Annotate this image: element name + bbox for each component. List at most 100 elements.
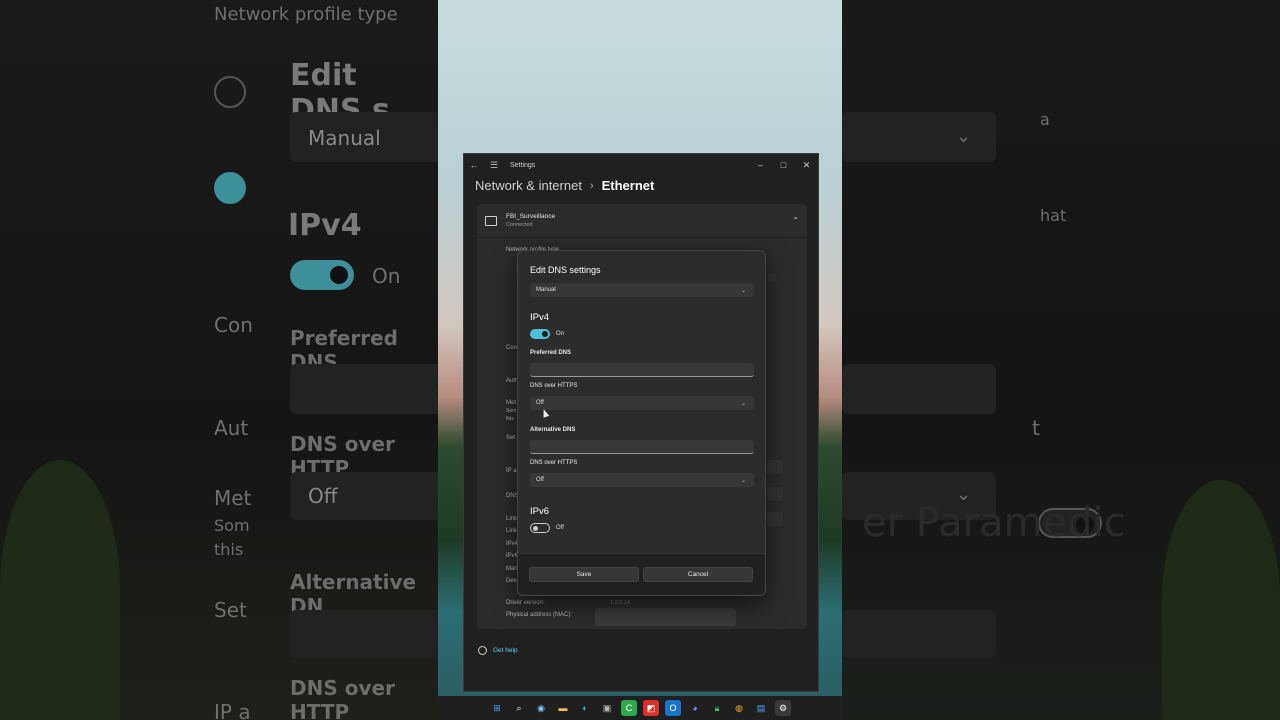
breadcrumb: Network & internet › Ethernet <box>475 178 654 193</box>
dialog-title: Edit DNS settings <box>530 265 601 275</box>
preferred-dns-input[interactable] <box>530 363 754 377</box>
edit-dns-dialog: Edit DNS settings Manual ⌄ IPv4 On Prefe… <box>517 250 766 596</box>
edge-icon[interactable]: ◐ <box>577 700 593 716</box>
close-button[interactable]: ✕ <box>795 160 818 171</box>
bg-text: t <box>1032 416 1040 440</box>
adapter-name: FBI_Surveillance <box>506 213 556 220</box>
chevron-down-icon: ⌄ <box>740 287 746 294</box>
get-help-link[interactable]: Get help <box>478 646 518 655</box>
mac-label: Physical address (MAC): <box>506 612 573 618</box>
bg-field <box>842 364 996 414</box>
ipv4-toggle-label: On <box>556 331 565 337</box>
property-box <box>767 274 777 282</box>
property-label: Met <box>506 400 517 406</box>
background-zoom-right: ⌄ a hat t ⌄ er Paramedic <box>842 0 1280 720</box>
discord-icon[interactable]: ◕ <box>687 700 703 716</box>
driver-version-value: 1.0.0.14 <box>610 600 630 606</box>
ipv4-toggle-row: On <box>530 329 564 339</box>
bg-field <box>290 364 438 414</box>
store-icon[interactable]: ▣ <box>599 700 615 716</box>
title-bar: ← ☰ Settings – □ ✕ <box>464 154 818 176</box>
bg-tree <box>1162 480 1280 720</box>
bg-text: Con <box>214 313 253 337</box>
bg-toggle <box>290 260 354 290</box>
back-arrow-icon[interactable]: ← <box>464 160 484 170</box>
bg-tree <box>0 460 120 720</box>
doh-label-preferred: DNS over HTTPS <box>530 383 578 389</box>
settings-icon[interactable]: ⚙ <box>775 700 791 716</box>
preferred-dns-label: Preferred DNS <box>530 350 572 356</box>
property-label: Set <box>506 435 516 441</box>
chrome-icon[interactable]: ◍ <box>731 700 747 716</box>
mac-value-box <box>595 608 736 626</box>
ipv4-heading: IPv4 <box>530 312 550 323</box>
doh-value-preferred: Off <box>536 400 544 406</box>
get-help-label: Get help <box>493 647 518 654</box>
bg-text: this <box>214 540 244 559</box>
maximize-button[interactable]: □ <box>772 160 795 171</box>
bg-text: IP a <box>214 700 251 720</box>
ipv4-toggle[interactable] <box>530 329 550 339</box>
bg-text: Aut <box>214 416 249 440</box>
hamburger-menu-icon[interactable]: ☰ <box>484 160 504 171</box>
dns-mode-dropdown[interactable]: Manual ⌄ <box>530 283 754 297</box>
widgets-icon[interactable]: ◉ <box>533 700 549 716</box>
bg-text: Network profile type <box>214 4 398 25</box>
adapter-header[interactable]: FBI_Surveillance Connected ⌃ <box>477 204 807 238</box>
property-label: Link <box>506 528 518 534</box>
minimize-button[interactable]: – <box>749 160 772 171</box>
chevron-down-icon: ⌄ <box>740 400 746 407</box>
ethernet-icon <box>485 215 497 226</box>
chevron-up-icon[interactable]: ⌃ <box>792 216 799 225</box>
file-explorer-icon[interactable]: ▬ <box>555 700 571 716</box>
help-icon <box>478 646 487 655</box>
ipv6-toggle-row: Off <box>530 523 564 533</box>
bg-radio-selected <box>214 172 246 204</box>
doh-value-alternative: Off <box>536 477 544 483</box>
bg-text: hat <box>1040 206 1067 225</box>
start-icon[interactable]: ⊞ <box>489 700 505 716</box>
bg-text: DNS over HTTP <box>290 676 395 720</box>
window-controls: – □ ✕ <box>749 160 818 171</box>
property-label: Som <box>506 408 517 414</box>
property-label: Link <box>506 516 518 522</box>
alternative-dns-input[interactable] <box>530 440 754 454</box>
search-icon[interactable]: ⌕ <box>511 700 527 716</box>
dialog-footer: Save Cancel <box>518 553 765 595</box>
bg-text: On <box>372 264 401 288</box>
bg-text: Off <box>308 484 338 508</box>
doh-dropdown-preferred[interactable]: Off ⌄ <box>530 396 754 410</box>
chevron-down-icon: ⌄ <box>956 126 972 147</box>
camtasia-icon[interactable]: C <box>621 700 637 716</box>
alternative-dns-label: Alternative DNS <box>530 427 576 433</box>
ipv6-toggle-label: Off <box>556 525 564 531</box>
lock-app-icon[interactable]: 🔒︎ <box>709 700 725 716</box>
breadcrumb-parent[interactable]: Network & internet <box>475 178 582 193</box>
taskbar: ⊞ ⌕ ◉ ▬ ◐ ▣ C ◩ O ◕ 🔒︎ ◍ ▤ ⚙ <box>438 696 842 720</box>
adapter-status: Connected <box>506 222 533 228</box>
doh-dropdown-alternative[interactable]: Off ⌄ <box>530 473 754 487</box>
notepad-icon[interactable]: ▤ <box>753 700 769 716</box>
bg-text: Met <box>214 486 252 510</box>
app-red-icon[interactable]: ◩ <box>643 700 659 716</box>
ipv6-toggle[interactable] <box>530 523 550 533</box>
bg-field <box>290 610 438 658</box>
save-button[interactable]: Save <box>529 567 639 582</box>
breadcrumb-separator: › <box>589 179 594 192</box>
background-zoom-left: Network profile type Edit DNS s Manual I… <box>0 0 438 720</box>
bg-text: Manual <box>308 126 381 150</box>
driver-version-label: Driver version: <box>506 600 545 606</box>
cancel-button[interactable]: Cancel <box>643 567 753 582</box>
bg-text: a <box>1040 110 1050 129</box>
outlook-icon[interactable]: O <box>665 700 681 716</box>
bg-text: IPv4 <box>288 208 362 243</box>
property-label: IP a <box>506 468 517 474</box>
bg-text: Set <box>214 598 247 622</box>
chevron-down-icon: ⌄ <box>740 477 746 484</box>
bg-field <box>842 112 996 162</box>
bg-radio <box>214 76 246 108</box>
watermark-text: er Paramedic <box>862 500 1126 546</box>
bg-text: Som <box>214 516 250 535</box>
property-label: Con <box>506 345 518 351</box>
page-title: Ethernet <box>601 178 655 193</box>
